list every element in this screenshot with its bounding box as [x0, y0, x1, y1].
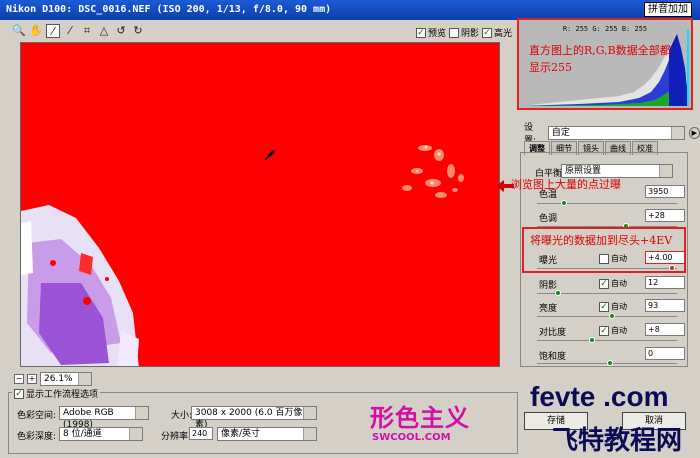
shadows-knob[interactable]	[555, 290, 561, 296]
preview-check[interactable]: ✓	[416, 27, 426, 38]
settings-menu-icon[interactable]: ▶	[688, 127, 700, 139]
zoom-in-button[interactable]: +	[27, 374, 37, 384]
zoom-icon[interactable]: 🔍	[12, 24, 26, 38]
image-preview[interactable]	[20, 42, 500, 367]
highlights-check[interactable]: ✓	[482, 27, 492, 38]
title-bar: Nikon D100: DSC_0016.NEF (ISO 200, 1/13,…	[0, 0, 700, 20]
brightness-input[interactable]: 93	[645, 299, 685, 312]
color-sampler-icon[interactable]: ⁄	[63, 24, 77, 38]
swcool-url: SWCOOL.COM	[372, 432, 451, 443]
temperature-knob[interactable]	[561, 200, 567, 206]
tint-input[interactable]: +28	[645, 209, 685, 222]
shadows-auto-check[interactable]: ✓	[599, 278, 609, 289]
shadows-auto-checkbox[interactable]: ✓ 自动	[599, 278, 627, 289]
depth-label: 色彩深度:	[17, 432, 57, 442]
straighten-icon[interactable]: △	[97, 24, 111, 38]
toolbar: 🔍 ✋ ⁄ ⁄ ⌗ △ ↺ ↻ ✓ 预览 阴影 ✓ 高光	[0, 21, 515, 41]
saturation-input[interactable]: 0	[645, 347, 685, 360]
temperature-slider[interactable]	[537, 203, 677, 204]
eyedropper-icon[interactable]: ⁄	[46, 24, 60, 38]
window-title: Nikon D100: DSC_0016.NEF (ISO 200, 1/13,…	[6, 4, 332, 15]
histogram-note: 直方图上的R,G,B数据全部都显示255	[529, 44, 671, 74]
shadows-check[interactable]	[449, 27, 459, 38]
overexposed-image	[21, 43, 499, 366]
depth-select[interactable]: 8 位/通道	[59, 427, 143, 441]
rotate-right-icon[interactable]: ↻	[131, 24, 145, 38]
preview-callout: 浏览图上大量的点过曝	[511, 178, 621, 191]
brightness-knob[interactable]	[609, 313, 615, 319]
colorspace-label: 色彩空间:	[17, 411, 57, 421]
resolution-label: 分辨率:	[161, 432, 192, 442]
histogram: R: 255 G: 255 B: 255 直方图上的R,G,B数据全部都显示25…	[517, 18, 693, 110]
shadows-input[interactable]: 12	[645, 276, 685, 289]
workflow-check[interactable]: ✓	[14, 388, 24, 399]
temperature-input[interactable]: 3950	[645, 185, 685, 198]
contrast-label: 对比度	[539, 328, 567, 338]
contrast-auto-checkbox[interactable]: ✓ 自动	[599, 325, 627, 336]
ime-indicator[interactable]: 拼音加加	[644, 2, 692, 17]
hand-icon[interactable]: ✋	[29, 24, 43, 38]
zoom-controls: − + 26.1%	[14, 372, 92, 386]
tint-label: 色调	[539, 214, 558, 224]
saturation-label: 饱和度	[539, 352, 567, 362]
resolution-input[interactable]: 240	[189, 427, 213, 440]
contrast-input[interactable]: +8	[645, 323, 685, 336]
fevte-logo-cn: 飞特教程网	[552, 426, 683, 456]
highlights-checkbox[interactable]: ✓ 高光	[482, 26, 512, 39]
brightness-auto-checkbox[interactable]: ✓ 自动	[599, 301, 627, 312]
fevte-logo: fevte .com	[530, 381, 669, 412]
workflow-toggle[interactable]: ✓ 显示工作流程选项	[12, 387, 101, 400]
crop-icon[interactable]: ⌗	[80, 24, 94, 38]
brightness-auto-check[interactable]: ✓	[599, 301, 609, 312]
colorspace-select[interactable]: Adobe RGB (1998)	[59, 406, 149, 430]
rotate-left-icon[interactable]: ↺	[114, 24, 128, 38]
preview-checkbox[interactable]: ✓ 预览	[416, 26, 446, 39]
zoom-out-button[interactable]: −	[14, 374, 24, 384]
zoom-select[interactable]: 26.1%	[40, 372, 92, 386]
shadows-checkbox[interactable]: 阴影	[449, 26, 479, 39]
exposure-annotation-box: 将曝光的数据加到尽头+4EV	[522, 227, 686, 273]
brightness-slider[interactable]	[537, 316, 677, 317]
size-select[interactable]: 3008 x 2000 (6.0 百万像素)	[191, 406, 317, 430]
swcool-logo: 形色主义	[370, 403, 470, 432]
contrast-knob[interactable]	[589, 337, 595, 343]
saturation-knob[interactable]	[607, 360, 613, 366]
resolution-unit-select[interactable]: 像素/英寸	[217, 427, 317, 441]
size-label: 大小:	[171, 411, 193, 421]
exposure-note: 将曝光的数据加到尽头+4EV	[530, 234, 673, 247]
contrast-slider[interactable]	[537, 340, 677, 341]
settings-select[interactable]: 自定	[547, 126, 685, 140]
brightness-label: 亮度	[539, 304, 558, 314]
shadows-label: 阴影	[539, 281, 558, 291]
contrast-auto-check[interactable]: ✓	[599, 325, 609, 336]
